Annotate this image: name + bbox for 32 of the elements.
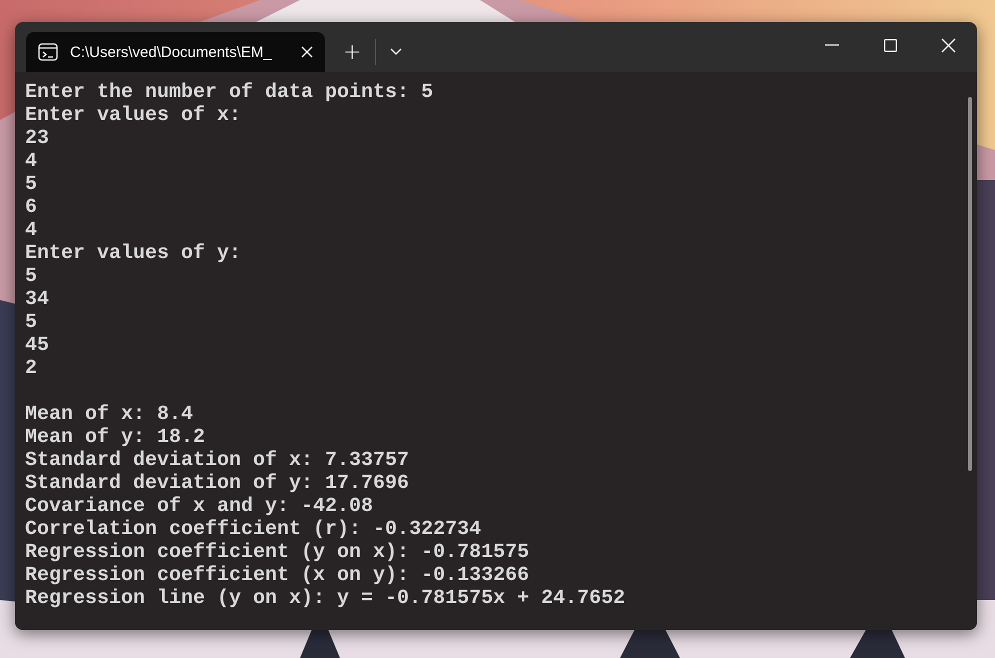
console-line: Regression coefficient (y on x): -0.781575 [25,541,530,564]
scrollbar[interactable] [968,97,972,471]
console-line: 34 [25,288,50,311]
console-line: Standard deviation of y: 17.7696 [25,472,410,495]
console-line: Enter the number of data points: 5 [25,81,434,104]
console-line: 5 [25,173,38,196]
console-line: 5 [25,265,38,288]
maximize-icon [884,38,896,52]
console-line: Covariance of x and y: -42.08 [25,495,374,518]
console-line: 4 [25,150,38,173]
terminal-icon [38,43,58,61]
console-line: 4 [25,219,38,242]
new-tab-button[interactable]: + [333,36,372,68]
console-line: Mean of y: 18.2 [25,426,206,449]
console-line: Regression line (y on x): y = -0.781575x + 24.7652 [25,587,626,610]
console-line: 23 [25,127,50,150]
console-line: 45 [25,334,50,357]
console-line: Enter values of y: [25,242,242,265]
console-line: Enter values of x: [25,104,242,127]
console-line: 6 [25,196,38,219]
console-line: Correlation coefficient (r): -0.322734 [25,518,482,541]
console-line: Mean of x: 8.4 [25,403,194,426]
console-line: 5 [25,311,38,334]
chevron-icon [390,48,402,56]
tab-title: C:\Users\ved\Documents\EM_ [70,44,273,60]
close-icon [940,38,956,52]
close-icon[interactable] [301,46,313,58]
console-line: Standard deviation of x: 7.33757 [25,449,410,472]
minimize-icon [825,44,839,46]
terminal-tab[interactable]: C:\Users\ved\Documents\EM_ [26,32,325,72]
console-line: Regression coefficient (x on y): -0.133266 [25,564,530,587]
console-line: 2 [25,357,38,380]
